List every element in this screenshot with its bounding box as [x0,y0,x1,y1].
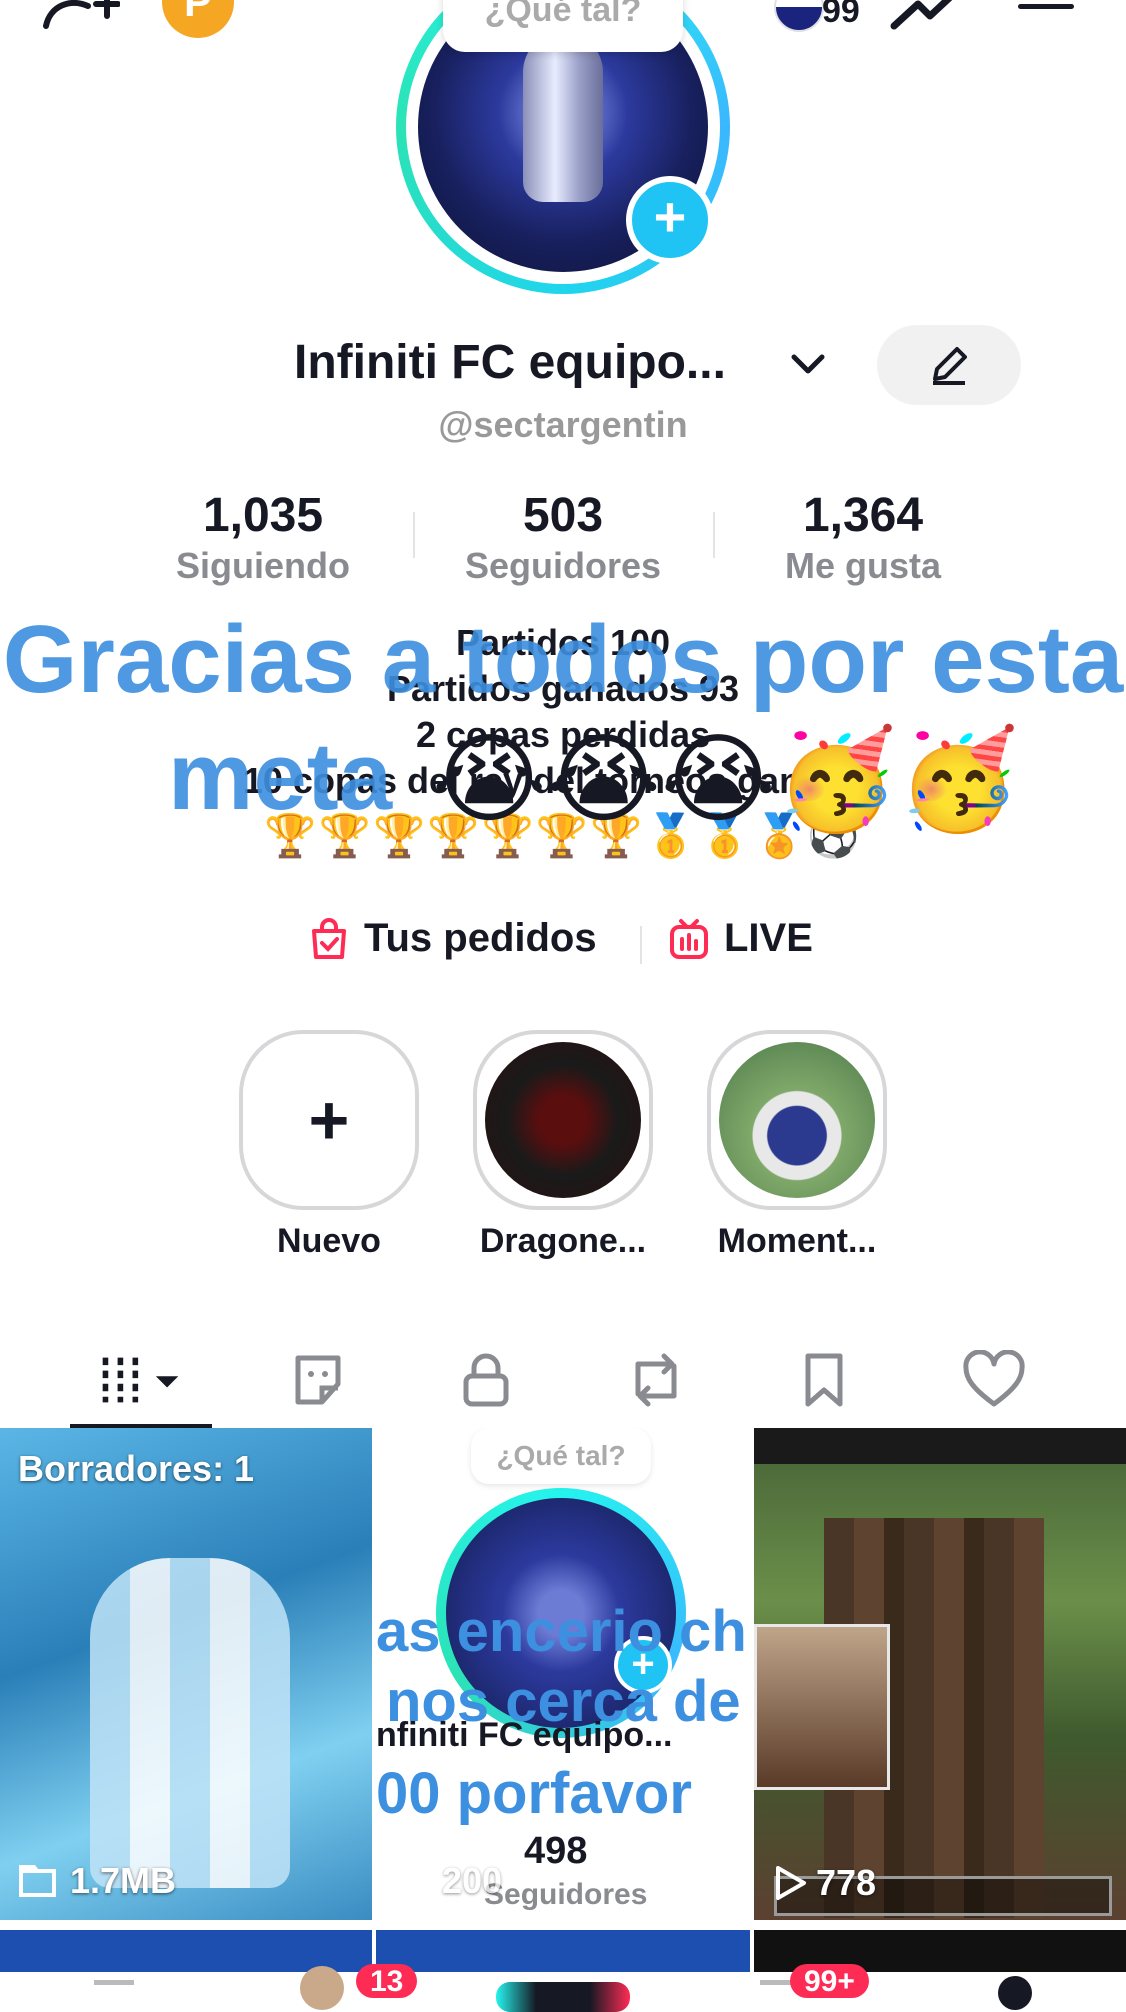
add-story-button[interactable]: + [626,176,714,264]
orders-link[interactable]: Tus pedidos [308,916,597,961]
thumb-overlay-1: as encerio chic [376,1599,750,1664]
highlight-moments[interactable]: Moment... [702,1030,892,1261]
stat-label: Siguiendo [176,545,350,586]
bottom-navigation: 13 99+ [0,1964,1126,2012]
orders-label: Tus pedidos [364,916,597,960]
stat-followers[interactable]: 503 Seguidores [413,488,713,587]
divider [640,926,642,964]
sticker-icon [295,1355,341,1405]
menu-icon[interactable] [1018,0,1074,20]
drafts-size: 1.7MB [18,1860,176,1902]
live-label: LIVE [724,916,813,960]
play-icon [402,1864,432,1898]
trophy-image [523,32,603,202]
edit-profile-button[interactable] [877,325,1021,405]
shopping-bag-icon [312,917,346,959]
thumb-views: 778 [774,1862,876,1904]
overlay-text-line-2: meta [168,723,393,830]
badge-count: 99 [822,0,860,30]
highlight-label: Dragone... [479,1222,647,1260]
video-thumbnail[interactable]: ¿Qué tal? + as encerio chic nos cerca de… [376,1428,750,1920]
highlight-label: Nuevo [277,1222,381,1260]
profile-handle: @sectargentin [438,404,688,445]
plus-icon: + [308,1081,350,1159]
highlight-dragones[interactable]: Dragone... [468,1030,658,1261]
drafts-thumbnail[interactable]: Borradores: 1 1.7MB [0,1428,372,1920]
coin-letter: P [183,0,212,25]
drafts-label: Borradores: 1 [18,1448,255,1489]
stat-value: 1,364 [802,489,924,542]
stat-label: Me gusta [784,545,942,586]
grid-icon [102,1357,179,1403]
tab-liked[interactable] [952,1338,1036,1422]
thumb-views: 200 [400,1860,502,1902]
tab-videos[interactable] [98,1338,182,1422]
coin-icon[interactable]: P [162,0,234,38]
stat-value: 503 [522,489,604,542]
pencil-icon [933,347,967,385]
stat-value: 1,035 [202,489,324,542]
create-button[interactable] [496,1982,630,2012]
club-shield-icon [774,0,824,32]
thumb-overlay-3: 00 porfavor [376,1761,692,1826]
tab-private[interactable] [444,1338,528,1422]
lock-icon [463,1353,509,1407]
overlay-text-line-1: Gracias a todos por esta [2,606,1124,713]
tab-favorites[interactable] [782,1338,866,1422]
highlight-new[interactable]: + Nuevo [234,1030,424,1261]
note-bubble[interactable]: ¿Qué tal? [443,0,683,52]
chevron-down-icon[interactable] [788,345,828,385]
dragons-image [485,1042,641,1198]
stat-following[interactable]: 1,035 Siguiendo [113,488,413,587]
folder-icon [19,1865,56,1897]
friends-avatar[interactable] [300,1966,344,2010]
club-badge[interactable]: 99 [774,0,864,34]
labubu-image [719,1042,875,1198]
stat-label: Seguidores [464,545,662,586]
stat-likes[interactable]: 1,364 Me gusta [713,488,1013,587]
live-tv-icon [670,918,708,959]
highlight-label: Moment... [717,1222,877,1260]
thumb-name: nfiniti FC equipo... [376,1716,673,1754]
video-thumbnail[interactable]: 778 [754,1428,1126,1920]
thumb-stat-value: 498 [524,1830,588,1872]
activity-icon[interactable] [890,0,970,32]
overlay-emojis: 😭😭😭🥳🥳 [432,724,1020,834]
play-icon [776,1866,806,1900]
streamer-image [754,1624,890,1790]
bookmark-icon [805,1353,843,1407]
live-link[interactable]: LIVE [668,916,813,961]
add-friend-icon[interactable] [40,0,120,36]
thumb-stat-label: Seguidores [484,1878,648,1911]
drafts-size-text: 1.7MB [70,1860,177,1901]
home-icon[interactable] [94,1980,134,2005]
views-count: 778 [816,1862,877,1903]
profile-icon[interactable] [998,1976,1032,2010]
tab-stickers[interactable] [276,1338,360,1422]
thumb-bubble: ¿Qué tal? [471,1428,651,1484]
views-count: 200 [442,1860,503,1901]
profile-badge: 99+ [790,1964,869,1998]
inbox-badge: 13 [356,1964,418,1998]
player-image [90,1558,290,1888]
tab-reposts[interactable] [614,1338,698,1422]
profile-name[interactable]: Infiniti FC equipo... [294,335,726,390]
repost-icon [635,1353,677,1407]
heart-icon [963,1350,1025,1407]
